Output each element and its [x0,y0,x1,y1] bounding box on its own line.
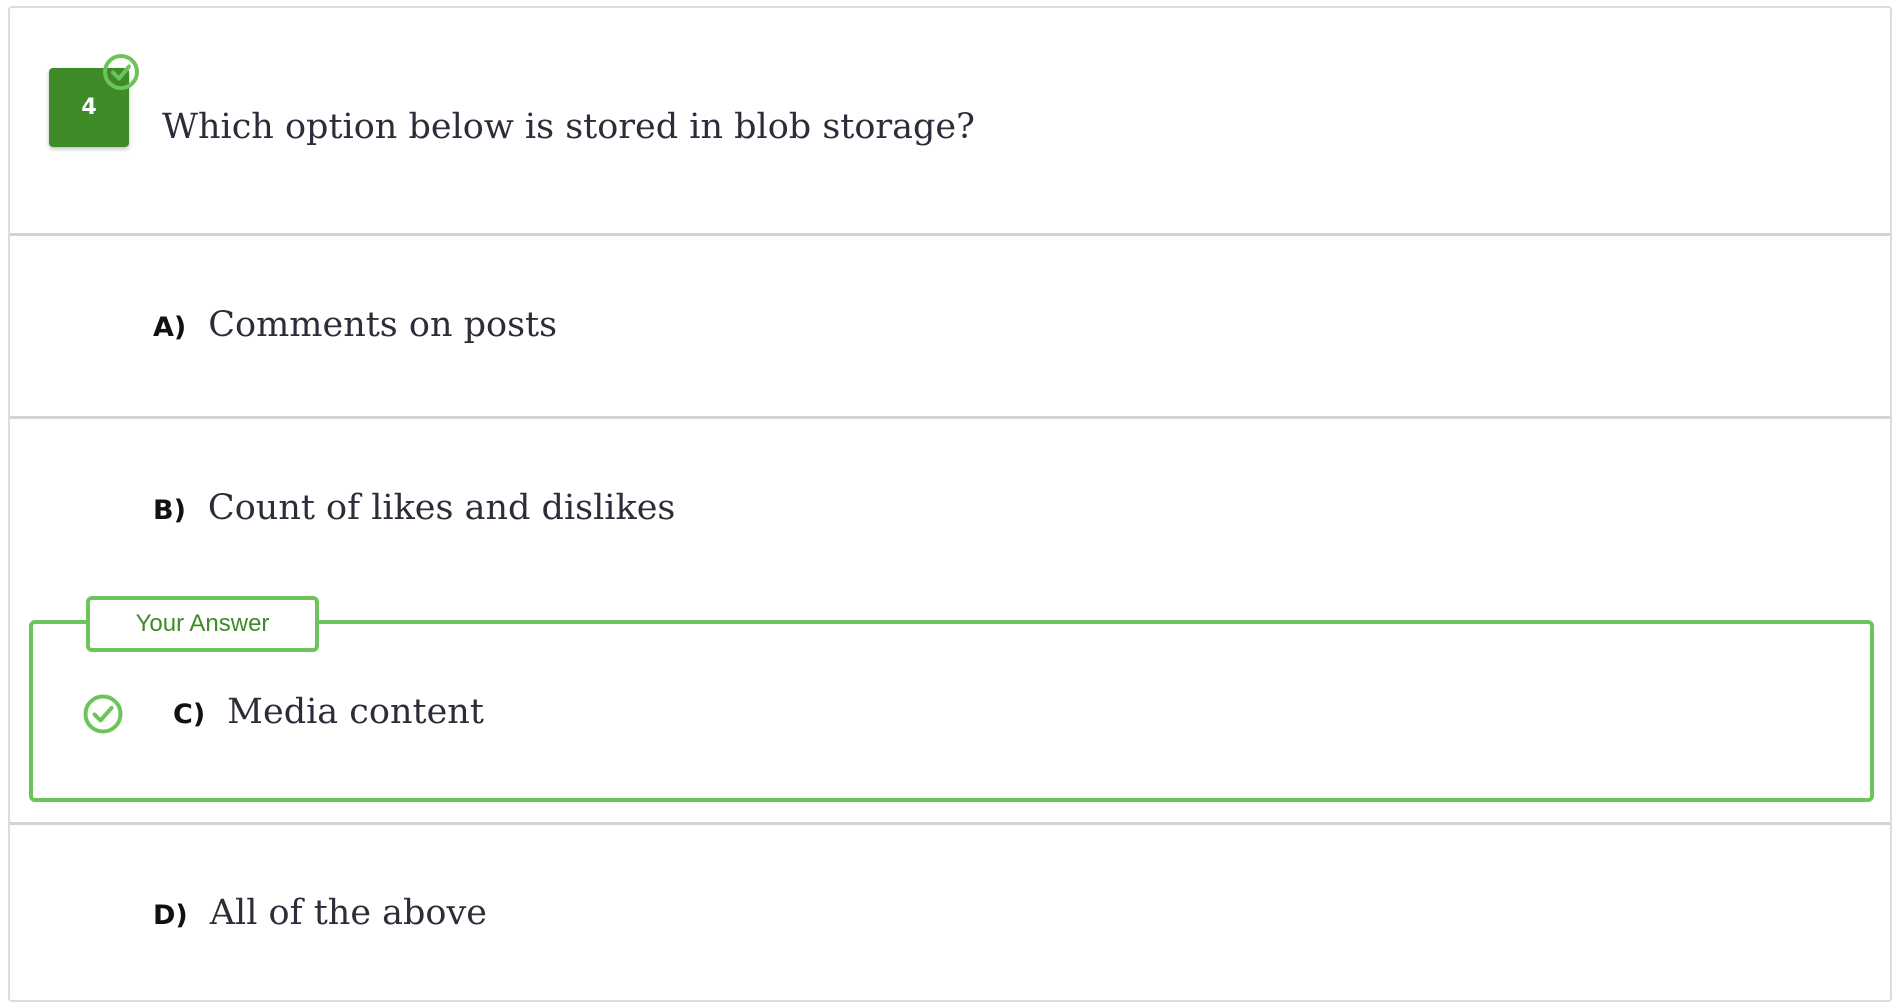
option-letter: A) [153,312,187,343]
option-text: Media content [227,692,484,732]
option-letter: C) [173,699,206,730]
your-answer-label: Your Answer [86,596,319,652]
divider [10,416,1890,419]
option-text: All of the above [209,893,487,933]
option-letter: B) [153,495,186,526]
divider [10,233,1890,236]
option-d[interactable]: D) All of the above [153,886,487,943]
option-a[interactable]: A) Comments on posts [153,298,557,355]
check-circle-icon [103,54,139,90]
option-text: Comments on posts [208,305,558,345]
divider [10,822,1890,825]
option-b[interactable]: B) Count of likes and dislikes [153,481,675,538]
question-text: Which option below is stored in blob sto… [162,107,975,147]
option-c[interactable]: C) Media content [173,685,484,742]
option-text: Count of likes and dislikes [207,488,676,528]
check-circle-icon [83,694,123,734]
option-letter: D) [153,900,188,931]
